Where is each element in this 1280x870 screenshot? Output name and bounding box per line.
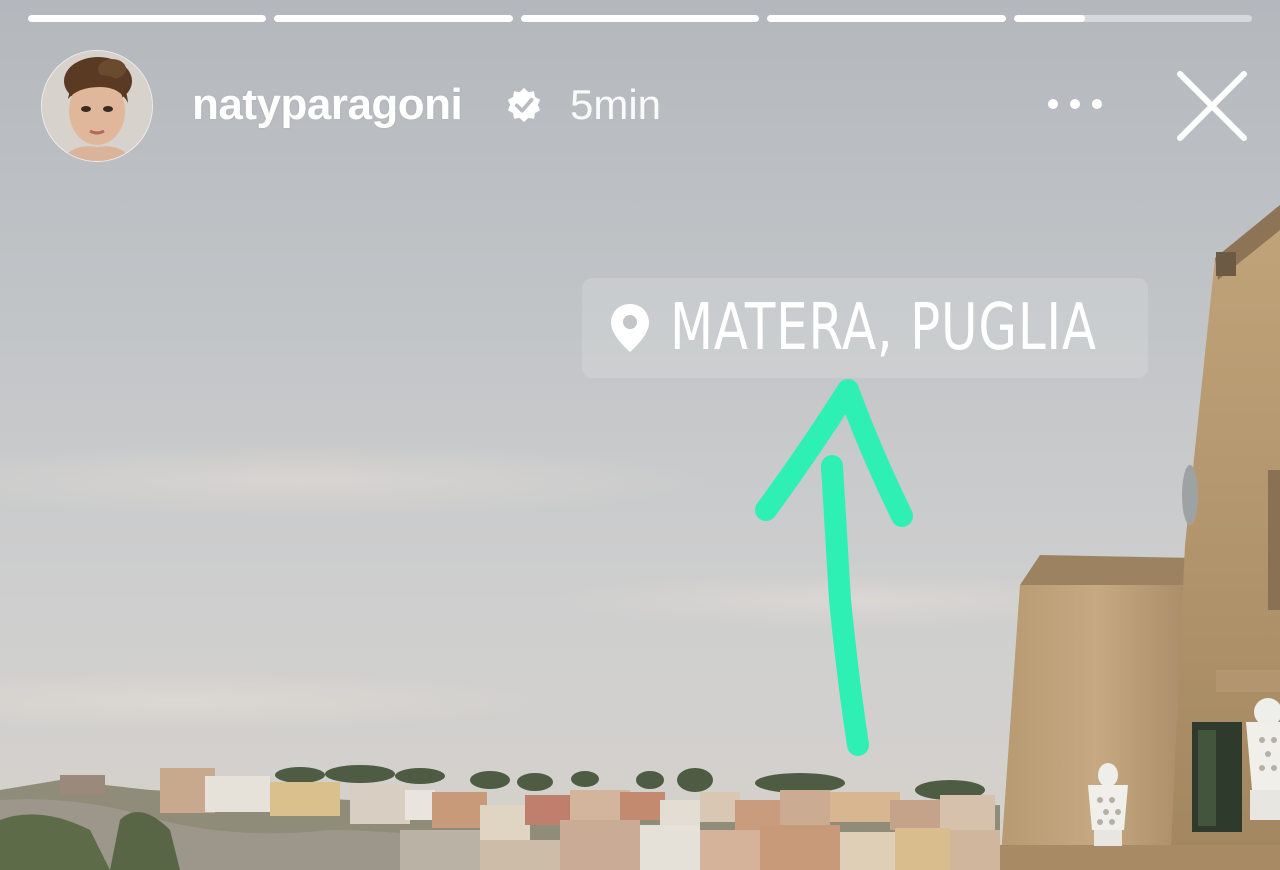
progress-segment [520,15,760,22]
progress-segment-fill [767,15,1006,22]
story-viewer[interactable]: natyparagoni 5min MATERA, PUGLIA [0,0,1280,870]
post-timestamp: 5min [570,81,662,128]
drawn-arrow [755,379,913,756]
close-icon [1177,71,1247,141]
more-horizontal-icon [1048,99,1102,109]
progress-segment-fill [1013,15,1086,22]
progress-segment-fill [274,15,513,22]
location-sticker[interactable]: MATERA, PUGLIA [582,278,1148,378]
verified-badge-icon [507,87,541,123]
progress-segment [274,15,513,22]
progress-segment-fill [520,15,760,22]
location-label: MATERA, PUGLIA [670,291,1097,365]
username[interactable]: natyparagoni [192,80,463,130]
story-progress-bar [28,15,1252,23]
progress-segment-fill [28,15,267,22]
progress-segment [28,15,267,22]
close-button[interactable] [1172,66,1252,146]
avatar-icon [42,51,152,161]
progress-segment [1013,15,1252,22]
story-photo [0,0,1280,870]
progress-segment [767,15,1006,22]
profile-avatar[interactable] [41,50,153,162]
map-pin-icon [611,304,649,352]
more-options-button[interactable] [1040,86,1110,122]
